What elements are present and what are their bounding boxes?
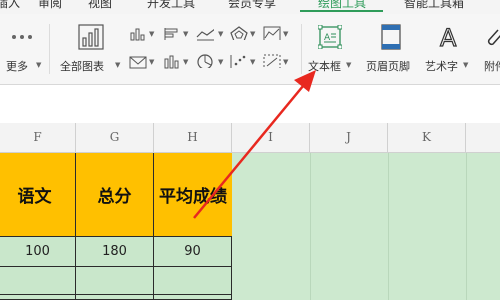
annotation-arrow [193, 70, 316, 219]
arrowhead-icon [294, 70, 316, 92]
arrow-shaft [193, 79, 309, 219]
